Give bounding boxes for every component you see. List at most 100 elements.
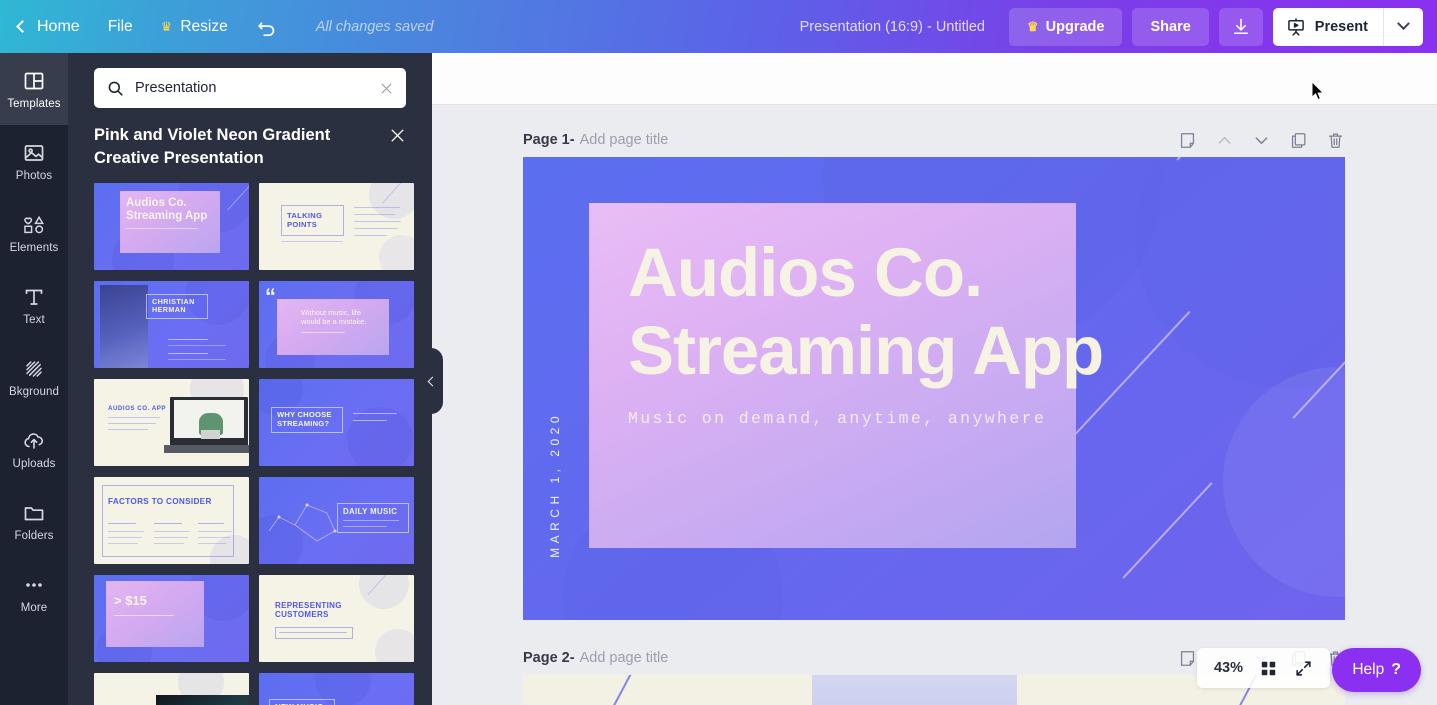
present-label: Present	[1315, 19, 1368, 35]
save-status: All changes saved	[316, 19, 434, 35]
share-button[interactable]: Share	[1132, 8, 1208, 46]
zoom-controls: 43%	[1197, 648, 1330, 688]
help-label: Help	[1352, 661, 1384, 679]
thumb-title: DAILY MUSIC	[343, 507, 397, 516]
thumb-title: AUDIOS CO. APP	[108, 405, 166, 412]
help-button[interactable]: Help ?	[1332, 648, 1421, 692]
search-box[interactable]	[94, 68, 406, 108]
present-dropdown-button[interactable]	[1383, 8, 1423, 46]
undo-icon	[256, 16, 278, 38]
sidebar-item-uploads[interactable]: Uploads	[0, 413, 68, 485]
template-thumbnail[interactable]	[94, 673, 249, 705]
fullscreen-icon[interactable]	[1294, 659, 1313, 678]
template-thumbnail[interactable]: REPRESENTINGCUSTOMERS	[259, 575, 414, 662]
slide-title-line1[interactable]: Audios Co.	[628, 234, 982, 313]
sidebar-item-templates[interactable]: Templates	[0, 53, 68, 125]
folders-icon	[22, 501, 46, 525]
download-icon	[1231, 17, 1251, 37]
notes-icon[interactable]	[1178, 649, 1197, 668]
file-menu-button[interactable]: File	[94, 0, 147, 53]
upgrade-button[interactable]: ♛ Upgrade	[1009, 8, 1122, 46]
background-icon	[22, 357, 46, 381]
thumb-title: TALKINGPOINTS	[287, 211, 345, 229]
grid-view-icon[interactable]	[1259, 659, 1278, 678]
sidebar-item-text[interactable]: Text	[0, 269, 68, 341]
sidebar-item-background[interactable]: Bkground	[0, 341, 68, 413]
crown-icon: ♛	[1027, 20, 1039, 33]
sidebar-item-folders[interactable]: Folders	[0, 485, 68, 557]
collapse-panel-handle[interactable]	[419, 348, 443, 414]
slide-subtitle[interactable]: Music on demand, anytime, anywhere	[628, 409, 1046, 428]
resize-label: Resize	[180, 18, 227, 36]
template-thumbnail[interactable]: TALKINGPOINTS	[259, 183, 414, 270]
chevron-down-icon	[1397, 17, 1410, 30]
upgrade-label: Upgrade	[1046, 19, 1105, 35]
document-title[interactable]: Presentation (16:9) - Untitled	[800, 19, 985, 35]
thumb-title: Audios Co.Streaming App	[126, 197, 221, 224]
chevron-left-icon	[428, 376, 438, 386]
elements-icon	[22, 213, 46, 237]
thumb-title: > $15	[114, 593, 147, 608]
page-label: Page 2	[523, 650, 570, 666]
thumb-title: REPRESENTINGCUSTOMERS	[275, 601, 375, 620]
file-label: File	[108, 18, 133, 36]
template-thumbnail[interactable]: DAILY MUSIC	[259, 477, 414, 564]
template-thumbnail[interactable]: Audios Co.Streaming App	[94, 183, 249, 270]
sidebar-item-label: Elements	[10, 242, 59, 254]
zoom-level[interactable]: 43%	[1214, 660, 1243, 676]
slide-date[interactable]: MARCH 1, 2020	[548, 412, 562, 558]
home-button[interactable]: Home	[0, 0, 94, 53]
search-input[interactable]	[135, 80, 369, 96]
slide-page-1[interactable]: Audios Co. Streaming App Music on demand…	[523, 157, 1345, 620]
sidebar-item-label: More	[21, 602, 48, 614]
present-button[interactable]: Present	[1273, 8, 1383, 46]
sidebar-item-more[interactable]: More	[0, 557, 68, 629]
duplicate-icon[interactable]	[1289, 131, 1308, 150]
download-button[interactable]	[1219, 8, 1263, 46]
template-thumbnail[interactable]: AUDIOS CO. APP	[94, 379, 249, 466]
panel-header: Pink and Violet Neon Gradient Creative P…	[68, 108, 432, 177]
canvas-scroll-area[interactable]: Page 1 - Add page title	[432, 105, 1437, 705]
page-label-dash: -	[570, 650, 575, 666]
slide-title-line2[interactable]: Streaming App	[628, 312, 1103, 391]
sidebar-item-photos[interactable]: Photos	[0, 125, 68, 197]
templates-panel: Pink and Violet Neon Gradient Creative P…	[68, 53, 432, 705]
template-set-title: Pink and Violet Neon Gradient Creative P…	[94, 124, 364, 171]
template-thumbnail[interactable]: FACTORS TO CONSIDER	[94, 477, 249, 564]
slide2-band	[812, 675, 1017, 705]
crown-icon: ♛	[161, 20, 173, 33]
photos-icon	[22, 141, 46, 165]
top-toolbar-right-group: Presentation (16:9) - Untitled ♛ Upgrade…	[800, 0, 1437, 53]
template-thumbnail[interactable]: > $15	[94, 575, 249, 662]
home-label: Home	[37, 18, 80, 36]
present-button-group[interactable]: Present	[1273, 8, 1423, 46]
sidebar-item-label: Text	[23, 314, 45, 326]
constellation-icon	[265, 491, 343, 553]
share-label: Share	[1150, 19, 1190, 35]
notes-icon[interactable]	[1178, 131, 1197, 150]
clear-search-icon[interactable]	[379, 81, 394, 96]
move-down-icon[interactable]	[1252, 131, 1271, 150]
sidebar-item-label: Folders	[14, 530, 53, 542]
undo-button[interactable]	[242, 0, 292, 53]
move-up-icon[interactable]	[1215, 131, 1234, 150]
template-thumbnail[interactable]: “ Without music, lifewould be a mistake.	[259, 281, 414, 368]
mouse-cursor	[1311, 81, 1325, 101]
template-thumbnail[interactable]: CHRISTIANHERMAN	[94, 281, 249, 368]
delete-icon[interactable]	[1326, 131, 1345, 150]
templates-icon	[22, 69, 46, 93]
top-toolbar: Home File ♛ Resize All changes saved Pre…	[0, 0, 1437, 53]
add-page-title-input[interactable]: Add page title	[580, 650, 669, 666]
page-label: Page 1	[523, 132, 570, 148]
present-screen-icon	[1286, 17, 1306, 37]
add-page-title-input[interactable]: Add page title	[580, 132, 669, 148]
thumb-title: Without music, lifewould be a mistake.	[301, 309, 385, 326]
template-thumbnail[interactable]: WHY CHOOSESTREAMING?	[259, 379, 414, 466]
close-panel-icon[interactable]	[389, 127, 406, 144]
resize-button[interactable]: ♛ Resize	[147, 0, 242, 53]
sidebar-item-elements[interactable]: Elements	[0, 197, 68, 269]
thumb-title: FACTORS TO CONSIDER	[108, 497, 212, 507]
chevron-left-icon	[16, 20, 29, 33]
uploads-icon	[22, 429, 46, 453]
template-thumbnail[interactable]: NEW MUSIC	[259, 673, 414, 705]
